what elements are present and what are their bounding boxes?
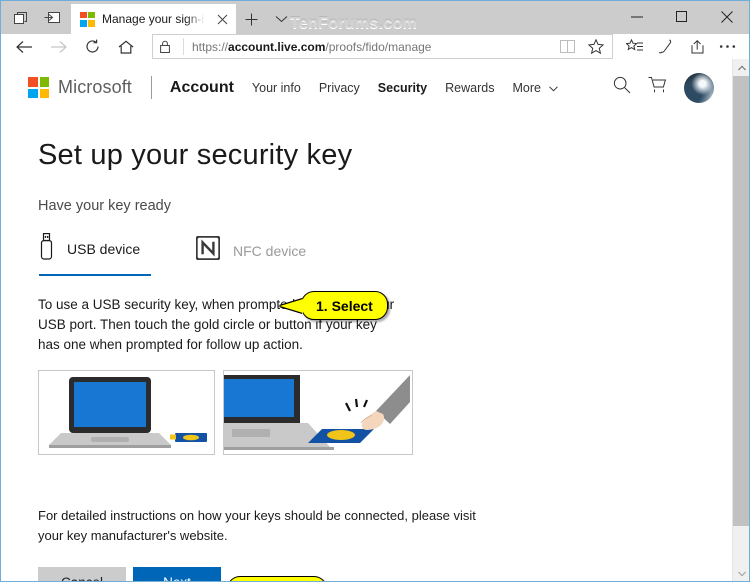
scrollbar-thumb[interactable] (733, 76, 749, 526)
url-prefix: https:// (192, 39, 229, 54)
address-bar-icons (554, 35, 612, 58)
callout-tail (280, 298, 303, 313)
close-button[interactable] (704, 1, 749, 32)
scroll-up-icon[interactable] (733, 59, 749, 76)
next-button[interactable]: Next (133, 567, 221, 581)
footnote-text: For detailed instructions on how your ke… (38, 508, 476, 543)
nav-link-security[interactable]: Security (378, 81, 427, 95)
microsoft-logo-icon (28, 77, 49, 98)
cart-icon[interactable] (648, 76, 667, 99)
search-icon[interactable] (613, 76, 631, 99)
close-icon[interactable] (212, 9, 232, 29)
callout-select-label: 1. Select (316, 297, 373, 314)
chevron-down-icon (549, 85, 559, 91)
finger-touching-usb-key-illustration (223, 370, 413, 455)
usb-device-icon (39, 233, 54, 265)
minimize-button[interactable] (614, 1, 659, 32)
tab-nfc-device-label: NFC device (233, 242, 307, 259)
laptop-with-usb-key-illustration (38, 370, 215, 455)
callout-click-on: 2. Click on (227, 576, 328, 581)
url-domain: account.live.com (228, 39, 326, 54)
back-arrow-icon[interactable] (7, 34, 41, 59)
watermark: TenForums.com (290, 15, 418, 32)
site-header: Microsoft Account Your info Privacy Secu… (1, 59, 732, 116)
favorites-hub-icon[interactable] (619, 34, 650, 59)
tab-nfc-device[interactable]: NFC device (195, 235, 307, 276)
new-tab-button[interactable] (236, 4, 266, 34)
edge-browser-window: Manage your sign-in m TenForums.com (0, 0, 750, 582)
action-buttons: Cancel Next (1, 567, 732, 581)
page-title: Set up your security key (38, 139, 353, 171)
title-bar-left-buttons (1, 1, 71, 34)
header-divider (150, 76, 152, 99)
nav-link-your-info[interactable]: Your info (252, 81, 301, 95)
device-type-tabs: USB device NFC device (1, 233, 732, 276)
brand-name: Microsoft (58, 77, 132, 97)
restore-tabs-icon[interactable] (37, 4, 67, 32)
callout-select: 1. Select (280, 291, 388, 320)
section-title[interactable]: Account (170, 79, 234, 97)
vertical-scrollbar[interactable] (732, 59, 749, 581)
nav-link-more-label: More (512, 80, 541, 95)
nav-link-privacy[interactable]: Privacy (319, 81, 360, 95)
more-icon[interactable] (712, 34, 743, 59)
url-path: /proofs/fido/manage (325, 39, 432, 54)
star-icon[interactable] (582, 35, 609, 58)
tab-title: Manage your sign-in m (102, 12, 205, 26)
reading-view-icon[interactable] (554, 35, 581, 58)
home-icon[interactable] (109, 34, 143, 59)
tab-usb-device[interactable]: USB device (39, 233, 151, 276)
header-actions (613, 72, 714, 103)
microsoft-logo-icon (80, 11, 95, 27)
nfc-device-icon (195, 235, 221, 265)
url-text: https://account.live.com/proofs/fido/man… (192, 40, 431, 54)
window-controls (614, 1, 749, 32)
tab-usb-device-label: USB device (67, 241, 141, 257)
web-page: Microsoft Account Your info Privacy Secu… (1, 59, 732, 581)
set-tabs-aside-icon[interactable] (7, 4, 37, 32)
web-note-icon[interactable] (650, 34, 681, 59)
lock-icon (160, 40, 181, 53)
cancel-button[interactable]: Cancel (38, 567, 126, 581)
page-subtitle: Have your key ready (38, 198, 171, 214)
refresh-icon[interactable] (75, 34, 109, 59)
share-icon[interactable] (681, 34, 712, 59)
illustrations (1, 370, 732, 455)
address-bar[interactable]: https://account.live.com/proofs/fido/man… (152, 34, 613, 59)
address-divider (183, 38, 184, 55)
avatar[interactable] (684, 72, 714, 103)
navigation-toolbar: https://account.live.com/proofs/fido/man… (1, 34, 749, 59)
nav-link-more[interactable]: More (512, 80, 559, 95)
browser-tab[interactable]: Manage your sign-in m (71, 4, 236, 34)
maximize-button[interactable] (659, 1, 704, 32)
scroll-down-icon[interactable] (733, 565, 749, 581)
nav-link-rewards[interactable]: Rewards (445, 81, 494, 95)
title-bar: Manage your sign-in m TenForums.com (1, 1, 749, 34)
forward-arrow-icon (41, 34, 75, 59)
page-viewport: Microsoft Account Your info Privacy Secu… (1, 59, 749, 581)
